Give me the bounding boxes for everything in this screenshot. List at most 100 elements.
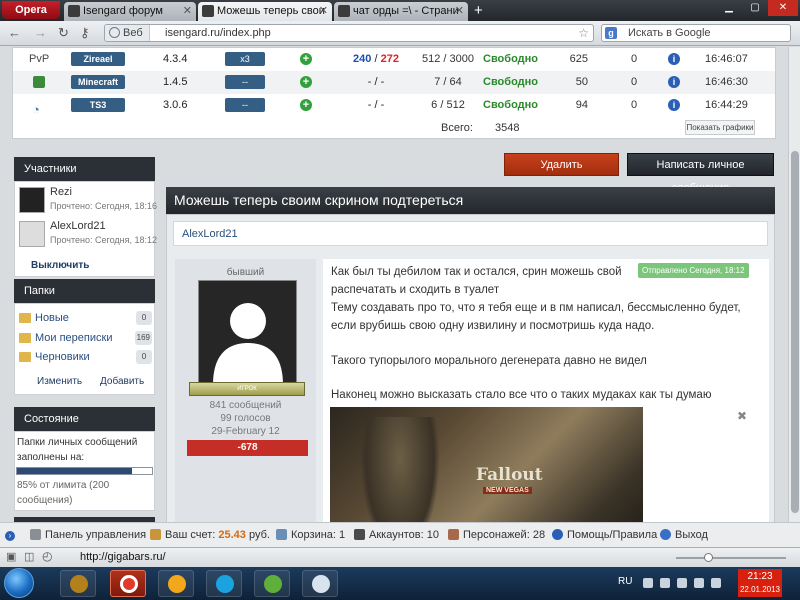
cart-link[interactable]: Корзина: 1	[276, 529, 345, 542]
tab-current-topic[interactable]: Можешь теперь свои ✕	[198, 2, 332, 21]
minimize-icon[interactable]: ▁	[716, 0, 742, 16]
exit-link[interactable]: Выход	[660, 529, 708, 542]
address-field[interactable]: Веб isengard.ru/index.php ☆	[104, 24, 594, 42]
exclude-link[interactable]: Выключить	[31, 260, 89, 271]
wow-icon	[70, 575, 88, 593]
state-header: Состояние	[14, 407, 155, 431]
tab-isengard-forum[interactable]: Isengard форум ✕	[64, 2, 196, 21]
delete-button[interactable]: Удалить	[504, 153, 619, 176]
system-clock[interactable]: 21:23 22.01.2013	[738, 569, 782, 597]
page-scrollbar[interactable]	[788, 47, 800, 522]
post-author-link[interactable]: AlexLord21	[173, 221, 768, 246]
folder-item[interactable]: Мои переписки 169	[19, 329, 152, 347]
rank-badge: ИГРОК	[189, 382, 305, 396]
network-icon[interactable]	[677, 578, 687, 588]
taskbar-skype[interactable]	[206, 570, 242, 597]
panel-toggle-icon[interactable]: ▣	[6, 550, 16, 564]
taskbar-utorrent[interactable]	[254, 570, 290, 597]
site-bottom-bar: › Панель управления Ваш счет: 25.43 руб.…	[0, 522, 800, 547]
bookmark-star-icon[interactable]: ☆	[578, 25, 589, 41]
server-queue: 0	[631, 53, 638, 65]
characters-link[interactable]: Персонажей: 28	[448, 529, 545, 542]
arrow-right-icon[interactable]: ›	[5, 531, 15, 541]
key-icon[interactable]: ⚷	[80, 26, 90, 40]
member-name[interactable]: AlexLord21	[50, 220, 106, 232]
close-icon[interactable]: ✖	[737, 409, 747, 423]
folder-item[interactable]: Новые 0	[19, 309, 152, 327]
plus-icon[interactable]: +	[300, 76, 312, 88]
speed-dial-icon[interactable]: ◴	[42, 549, 52, 563]
tray-icon[interactable]	[694, 578, 704, 588]
language-indicator[interactable]: RU	[618, 576, 632, 587]
balance-item[interactable]: Ваш счет: 25.43 руб.	[150, 529, 270, 542]
new-tab-icon[interactable]: +	[474, 2, 483, 19]
members-header: Участники	[14, 157, 155, 181]
forward-icon[interactable]: →	[34, 26, 47, 40]
help-link[interactable]: Помощь/Правила	[552, 529, 657, 542]
tab-horde-chat[interactable]: чат орды =\ - Страни ✕	[334, 2, 468, 21]
control-panel-label: Панель управления	[45, 529, 147, 541]
author-votes: 99 голосов	[220, 413, 271, 424]
write-pm-button[interactable]: Написать личное сообщение	[627, 153, 774, 194]
taskbar-wow[interactable]	[60, 570, 96, 597]
control-panel-link[interactable]: Панель управления	[30, 529, 146, 542]
folder-item[interactable]: Черновики 0	[19, 348, 152, 366]
edit-folders-link[interactable]: Изменить	[37, 376, 82, 387]
member-name[interactable]: Rezi	[50, 186, 72, 198]
back-icon[interactable]: ←	[8, 26, 21, 40]
search-field[interactable]: g Искать в Google	[601, 24, 791, 42]
taskbar-ccleaner[interactable]	[302, 570, 338, 597]
server-count: 94	[575, 99, 588, 111]
folder-label: Мои переписки	[35, 332, 113, 344]
server-tag[interactable]: TS3	[71, 98, 125, 112]
avatar[interactable]	[198, 280, 297, 385]
taskbar-app[interactable]	[158, 570, 194, 597]
show-graphs-button[interactable]: Показать графики	[685, 120, 755, 135]
taskbar-opera[interactable]	[110, 570, 146, 597]
member-item[interactable]: AlexLord21 Прочтено: Сегодня, 18:12	[19, 220, 157, 252]
sent-time-badge: Отправлено Сегодня, 18:12	[638, 263, 749, 278]
tray-icon[interactable]	[643, 578, 653, 588]
info-icon[interactable]: i	[668, 53, 680, 65]
zoom-slider-knob[interactable]	[704, 553, 713, 562]
avatar	[19, 187, 45, 213]
url-text: isengard.ru/index.php	[165, 27, 271, 39]
post-text-line: распечатать и сходить в туалет	[331, 284, 500, 296]
plus-icon[interactable]: +	[300, 99, 312, 111]
table-row: ◔ TS3 3.0.6 -- + - / - 6 / 512 Свободно …	[13, 94, 775, 117]
reload-icon[interactable]: ↻	[58, 26, 69, 40]
accounts-link[interactable]: Аккаунтов: 10	[354, 529, 439, 542]
opera-menu-button[interactable]: Opera	[2, 1, 60, 19]
info-icon[interactable]: i	[668, 76, 680, 88]
quota-progress-bar	[16, 467, 153, 475]
balance-unit: руб.	[248, 529, 270, 541]
characters-label: Персонажей:	[463, 529, 530, 541]
close-icon[interactable]: ✕	[319, 2, 328, 21]
close-icon[interactable]: ✕	[183, 2, 192, 21]
scrollbar-thumb[interactable]	[791, 151, 799, 513]
maximize-icon[interactable]: ▢	[742, 0, 768, 16]
post-image[interactable]: Fallout NEW VEGAS	[330, 407, 643, 522]
clock-time: 21:23	[747, 571, 773, 582]
info-icon[interactable]: i	[668, 99, 680, 111]
server-count: 625	[569, 53, 588, 65]
server-monitor-table: PvP Zireael 4.3.4 x3 + 240 / 272 512 / 3…	[12, 47, 776, 139]
add-folder-link[interactable]: Добавить	[100, 376, 144, 387]
server-queue: 0	[631, 76, 638, 88]
member-item[interactable]: Rezi Прочтено: Сегодня, 18:16	[19, 186, 157, 218]
server-rate: --	[225, 98, 265, 112]
volume-icon[interactable]	[711, 578, 721, 588]
close-icon[interactable]: ✕	[455, 2, 464, 21]
site-badge[interactable]: Веб	[105, 25, 150, 41]
server-tag[interactable]: Minecraft	[71, 75, 125, 89]
server-status: Свободно	[483, 99, 538, 111]
zoom-slider[interactable]	[676, 553, 786, 562]
tray-icon[interactable]	[660, 578, 670, 588]
plus-icon[interactable]: +	[300, 53, 312, 65]
window-close-icon[interactable]: ✕	[768, 0, 798, 16]
reputation-badge[interactable]: -678	[187, 440, 308, 456]
folder-icon	[19, 313, 31, 323]
server-tag[interactable]: Zireael	[71, 52, 125, 66]
windows-start-icon[interactable]	[4, 568, 34, 598]
view-icon[interactable]: ◫	[24, 550, 34, 564]
